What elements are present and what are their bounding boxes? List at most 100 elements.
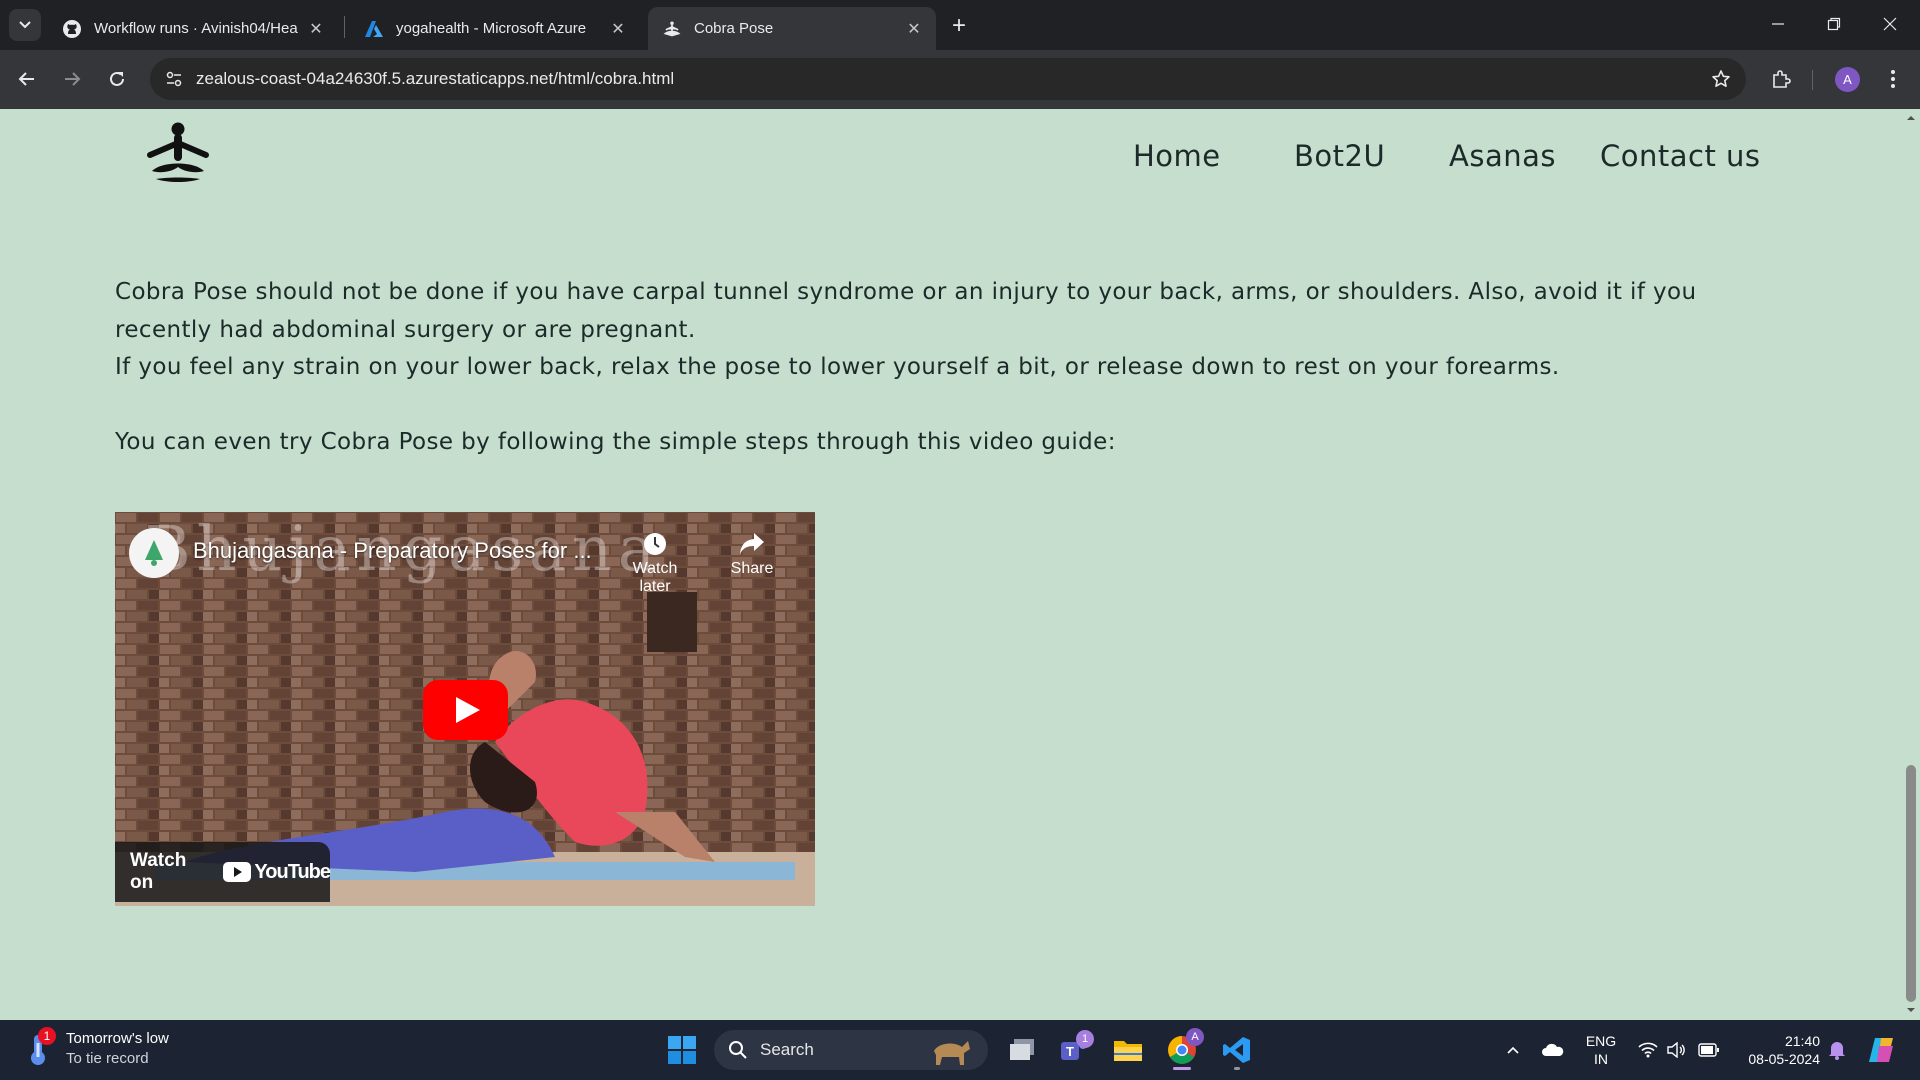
site-info-icon[interactable]	[160, 65, 188, 93]
back-button[interactable]	[10, 62, 44, 96]
input-language-indicator[interactable]: ENG IN	[1584, 1032, 1618, 1068]
address-bar[interactable]: zealous-coast-04a24630f.5.azurestaticapp…	[150, 58, 1746, 100]
restore-icon	[1827, 17, 1841, 31]
wifi-button[interactable]	[1634, 1020, 1662, 1080]
scroll-up-icon[interactable]	[1906, 113, 1916, 123]
close-icon[interactable]: ✕	[904, 19, 924, 39]
tab-strip: Workflow runs · Avinish04/Heal ✕ yogahea…	[0, 0, 1920, 50]
teams-button[interactable]: T 1	[1052, 1028, 1096, 1072]
share-icon	[740, 533, 764, 554]
video-intro-paragraph: You can even try Cobra Pose by following…	[115, 429, 1116, 455]
svg-text:T: T	[1066, 1044, 1074, 1059]
copilot-button[interactable]	[1862, 1020, 1902, 1080]
tab-cobra-pose[interactable]: Cobra Pose ✕	[648, 7, 936, 50]
clock-icon	[644, 533, 666, 555]
tab-workflow-runs[interactable]: Workflow runs · Avinish04/Heal ✕	[48, 7, 338, 50]
restore-button[interactable]	[1806, 0, 1862, 48]
nav-contact-us[interactable]: Contact us	[1600, 139, 1761, 173]
page-viewport: Home Bot2U Asanas Contact us Cobra Pose …	[0, 109, 1920, 1020]
share-button[interactable]: Share	[712, 528, 792, 588]
tab-search-button[interactable]	[9, 9, 41, 41]
tab-title: yogahealth - Microsoft Azure	[396, 20, 587, 37]
weather-alert-badge: 1	[38, 1026, 56, 1045]
caution-paragraph: Cobra Pose should not be done if you hav…	[115, 279, 1697, 343]
toolbar-divider	[1812, 70, 1813, 90]
new-tab-button[interactable]: +	[945, 12, 973, 40]
watch-on-youtube-button[interactable]: Watch on YouTube	[115, 842, 331, 902]
nav-home[interactable]: Home	[1133, 139, 1221, 173]
copilot-icon	[1869, 1038, 1893, 1062]
yoga-icon	[662, 19, 682, 39]
show-hidden-icons-button[interactable]	[1500, 1020, 1526, 1080]
watch-later-button[interactable]: Watch later	[615, 528, 695, 595]
nav-asanas[interactable]: Asanas	[1449, 139, 1556, 173]
puzzle-icon	[1773, 70, 1791, 88]
active-app-indicator	[1173, 1067, 1191, 1070]
watch-later-label: Watch later	[632, 560, 678, 595]
more-vert-icon	[1891, 70, 1895, 88]
language-code: ENG	[1585, 1033, 1617, 1049]
profile-avatar[interactable]: A	[1835, 67, 1860, 92]
taskbar-search[interactable]: Search	[714, 1030, 988, 1070]
windows-logo-icon	[668, 1036, 696, 1064]
thermometer-icon: 1	[24, 1026, 56, 1067]
search-highlight-icon	[934, 1041, 970, 1065]
chrome-button[interactable]: A	[1160, 1028, 1204, 1072]
strain-paragraph: If you feel any strain on your lower bac…	[115, 354, 1560, 380]
vscode-icon	[1223, 1037, 1250, 1063]
reload-icon	[110, 71, 124, 86]
youtube-embed[interactable]: Bhujangasana Bhujangasana - Preparatory …	[115, 512, 815, 906]
yoga-logo-icon[interactable]	[142, 121, 214, 185]
close-icon[interactable]: ✕	[608, 19, 628, 39]
onedrive-button[interactable]	[1538, 1020, 1568, 1080]
folder-icon	[1114, 1041, 1142, 1061]
search-label: Search	[760, 1040, 814, 1059]
chevron-up-icon	[1507, 1046, 1519, 1054]
bookmark-star-icon[interactable]	[1708, 66, 1734, 92]
weather-widget[interactable]: 1 Tomorrow's low To tie record	[24, 1026, 169, 1067]
vscode-button[interactable]	[1215, 1028, 1259, 1072]
clock-date: 08-05-2024	[1748, 1051, 1820, 1067]
system-clock[interactable]: 21:40 08-05-2024	[1730, 1032, 1820, 1068]
extensions-button[interactable]	[1766, 64, 1796, 94]
battery-button[interactable]	[1694, 1020, 1724, 1080]
volume-button[interactable]	[1662, 1020, 1690, 1080]
region-code: IN	[1594, 1051, 1608, 1067]
tab-title: Cobra Pose	[694, 20, 774, 37]
close-icon[interactable]: ✕	[306, 19, 326, 39]
speaker-icon	[1667, 1042, 1685, 1058]
cloud-icon	[1542, 1043, 1564, 1056]
battery-icon	[1698, 1043, 1719, 1057]
scroll-down-icon[interactable]	[1906, 1005, 1916, 1015]
close-window-button[interactable]	[1862, 0, 1918, 48]
task-view-icon	[1010, 1039, 1034, 1060]
task-view-button[interactable]	[1000, 1028, 1044, 1072]
browser-menu-button[interactable]	[1880, 64, 1906, 94]
channel-avatar[interactable]	[129, 528, 179, 578]
reload-button[interactable]	[100, 62, 134, 96]
url-text[interactable]: zealous-coast-04a24630f.5.azurestaticapp…	[196, 69, 674, 89]
watch-on-label: Watch on	[130, 850, 187, 893]
tab-title: Workflow runs · Avinish04/Heal	[94, 20, 298, 37]
nav-bot2u[interactable]: Bot2U	[1294, 139, 1385, 173]
forward-button[interactable]	[55, 62, 89, 96]
minimize-button[interactable]	[1750, 0, 1806, 48]
file-explorer-button[interactable]	[1106, 1028, 1150, 1072]
start-button[interactable]	[660, 1028, 704, 1072]
running-app-indicator	[1234, 1067, 1240, 1070]
page-scrollbar[interactable]	[1902, 109, 1920, 1020]
browser-toolbar: zealous-coast-04a24630f.5.azurestaticapp…	[0, 50, 1920, 109]
search-icon	[729, 1041, 747, 1059]
bell-icon	[1829, 1042, 1845, 1060]
notifications-button[interactable]	[1824, 1020, 1850, 1080]
arrow-left-icon	[18, 72, 34, 86]
youtube-icon	[223, 862, 252, 882]
play-button-icon[interactable]	[423, 680, 508, 740]
channel-logo-icon	[145, 540, 163, 566]
video-title[interactable]: Bhujangasana - Preparatory Poses for ...	[193, 538, 592, 564]
tab-yogahealth-azure[interactable]: yogahealth - Microsoft Azure ✕	[350, 7, 640, 50]
scrollbar-thumb[interactable]	[1906, 765, 1916, 1002]
clock-time: 21:40	[1784, 1033, 1820, 1049]
youtube-wordmark: YouTube	[254, 860, 331, 883]
github-icon	[62, 19, 82, 39]
